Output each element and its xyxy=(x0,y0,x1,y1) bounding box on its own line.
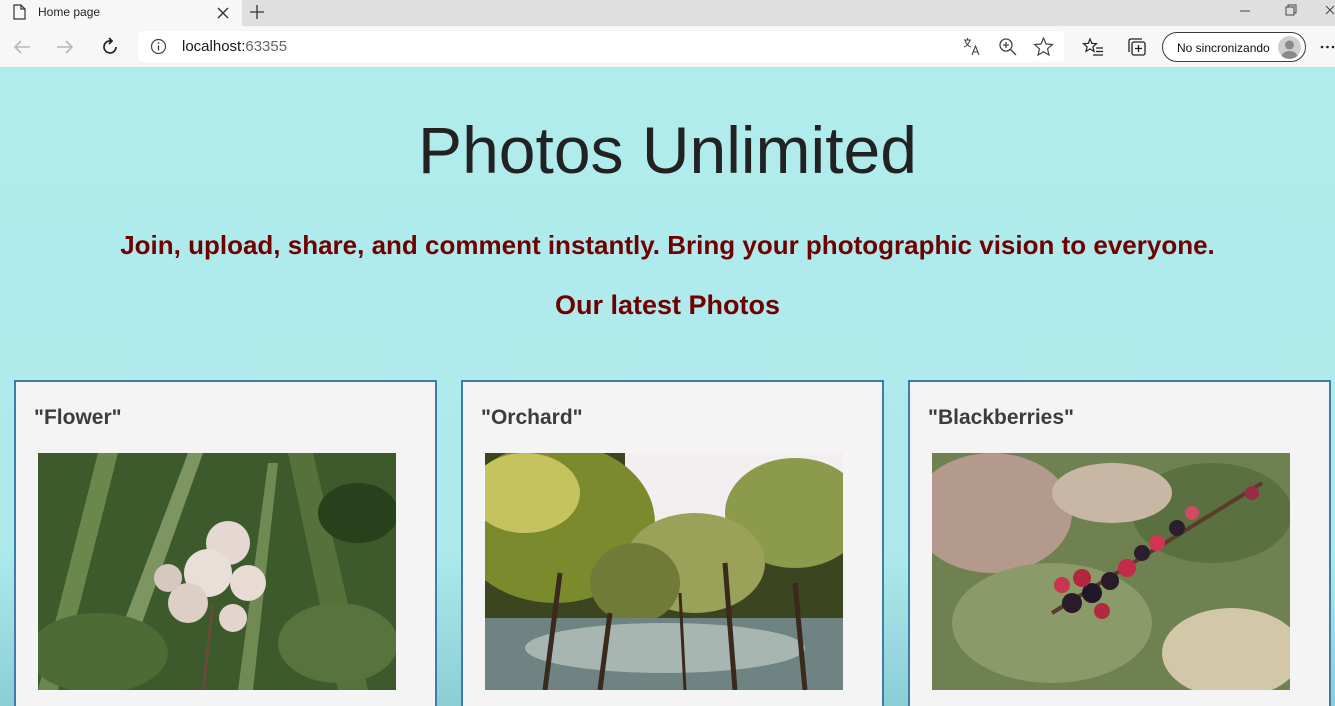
photo-card[interactable]: "Flower" xyxy=(14,380,437,706)
blackberries-photo[interactable] xyxy=(932,453,1290,690)
page-icon xyxy=(13,4,26,20)
avatar xyxy=(1278,36,1301,59)
profile-status-label: No sincronizando xyxy=(1177,41,1270,55)
restore-icon[interactable] xyxy=(1268,0,1314,24)
new-tab-icon[interactable] xyxy=(248,3,266,21)
profile-button[interactable]: No sincronizando xyxy=(1162,32,1306,62)
close-window-icon[interactable] xyxy=(1314,0,1335,24)
zoom-icon[interactable] xyxy=(997,36,1018,57)
photo-card[interactable]: "Blackberries" xyxy=(908,380,1331,706)
favorite-star-icon[interactable] xyxy=(1033,36,1054,57)
forward-arrow-icon[interactable] xyxy=(54,36,76,58)
translate-icon[interactable] xyxy=(961,36,982,57)
favorites-icon[interactable] xyxy=(1082,36,1104,58)
refresh-icon[interactable] xyxy=(99,36,121,58)
info-icon[interactable] xyxy=(150,38,167,55)
address-bar[interactable]: localhost:63355 xyxy=(138,31,1064,62)
photo-title: "Flower" xyxy=(34,406,122,429)
page-content: Photos Unlimited Join, upload, share, an… xyxy=(0,68,1335,706)
more-options-icon[interactable] xyxy=(1318,36,1335,58)
site-title: Photos Unlimited xyxy=(418,113,917,187)
person-icon xyxy=(1281,40,1298,59)
photo-title: "Blackberries" xyxy=(928,406,1074,429)
tab-strip: Home page xyxy=(0,0,1335,26)
tab-home-page[interactable]: Home page xyxy=(0,0,242,26)
minimize-icon[interactable] xyxy=(1222,0,1268,24)
close-tab-icon[interactable] xyxy=(214,4,232,22)
collections-icon[interactable] xyxy=(1126,36,1148,58)
flower-photo[interactable] xyxy=(38,453,396,690)
url-text[interactable]: localhost:63355 xyxy=(182,38,287,55)
latest-photos-heading: Our latest Photos xyxy=(554,290,781,320)
photo-card[interactable]: "Orchard" xyxy=(461,380,884,706)
orchard-photo[interactable] xyxy=(485,453,843,690)
tagline: Join, upload, share, and comment instant… xyxy=(120,230,1215,260)
back-arrow-icon[interactable] xyxy=(11,36,33,58)
url-host: localhost: xyxy=(182,38,246,55)
url-port: 63355 xyxy=(245,38,288,55)
browser-toolbar: localhost:63355 No sincronizando xyxy=(0,26,1335,68)
tab-title: Home page xyxy=(38,5,101,19)
photo-title: "Orchard" xyxy=(481,406,583,429)
